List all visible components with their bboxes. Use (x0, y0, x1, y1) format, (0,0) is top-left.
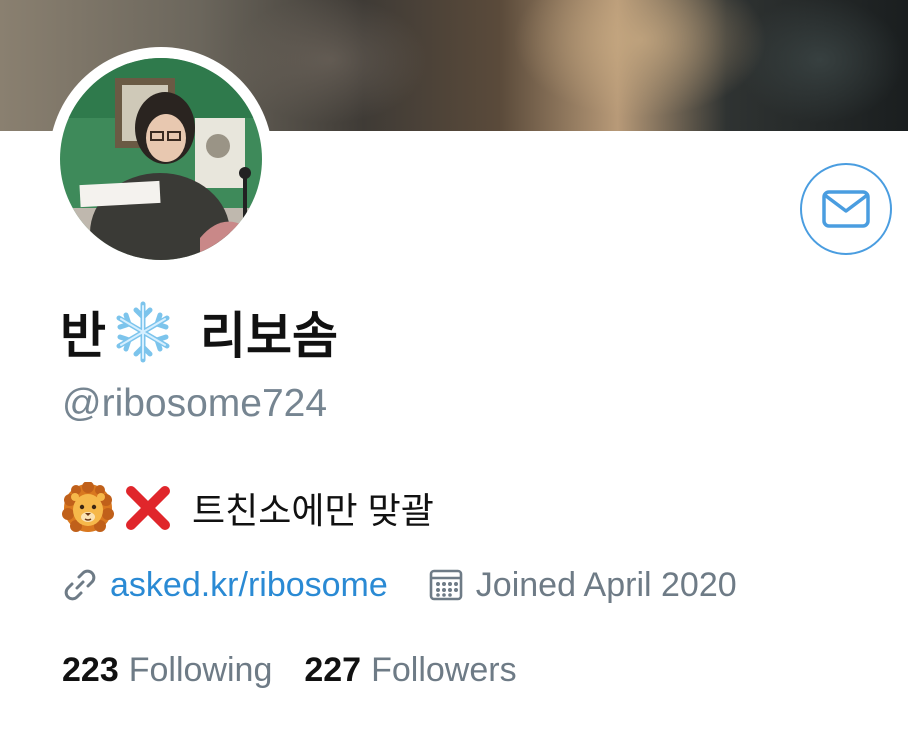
profile-handle: @ribosome724 (62, 382, 328, 425)
lion-face-icon (62, 482, 114, 532)
followers-count: 227 (304, 650, 362, 689)
display-name: 반 리보솜 (60, 296, 338, 368)
joined-date: Joined April 2020 (475, 565, 737, 604)
followers-link[interactable]: 227 Followers (304, 651, 516, 690)
cross-mark-icon (126, 486, 170, 530)
bio-text: 트친소에만 맞괄 (192, 490, 434, 531)
display-name-prefix: 반 (60, 308, 106, 364)
following-label: Following (128, 650, 273, 689)
envelope-icon (822, 190, 870, 228)
avatar-border (49, 47, 273, 271)
follow-stats: 223 Following 227 Followers (62, 646, 517, 694)
snowflake-icon (116, 301, 170, 363)
profile-bio: 트친소에만 맞괄 (62, 478, 434, 538)
message-button[interactable] (800, 163, 892, 255)
followers-label: Followers (371, 650, 517, 689)
profile-website-link[interactable]: asked.kr/ribosome (110, 566, 388, 605)
following-link[interactable]: 223 Following (62, 651, 272, 690)
profile-page: 반 리보솜 @ribosome724 트친소에만 맞괄 asked.kr/rib… (0, 0, 908, 729)
following-count: 223 (62, 650, 119, 689)
profile-meta: asked.kr/ribosome Joined April 2020 (62, 562, 737, 608)
calendar-icon (429, 569, 463, 601)
display-name-suffix: 리보솜 (200, 308, 338, 364)
link-icon (64, 569, 96, 601)
avatar[interactable] (60, 58, 262, 260)
